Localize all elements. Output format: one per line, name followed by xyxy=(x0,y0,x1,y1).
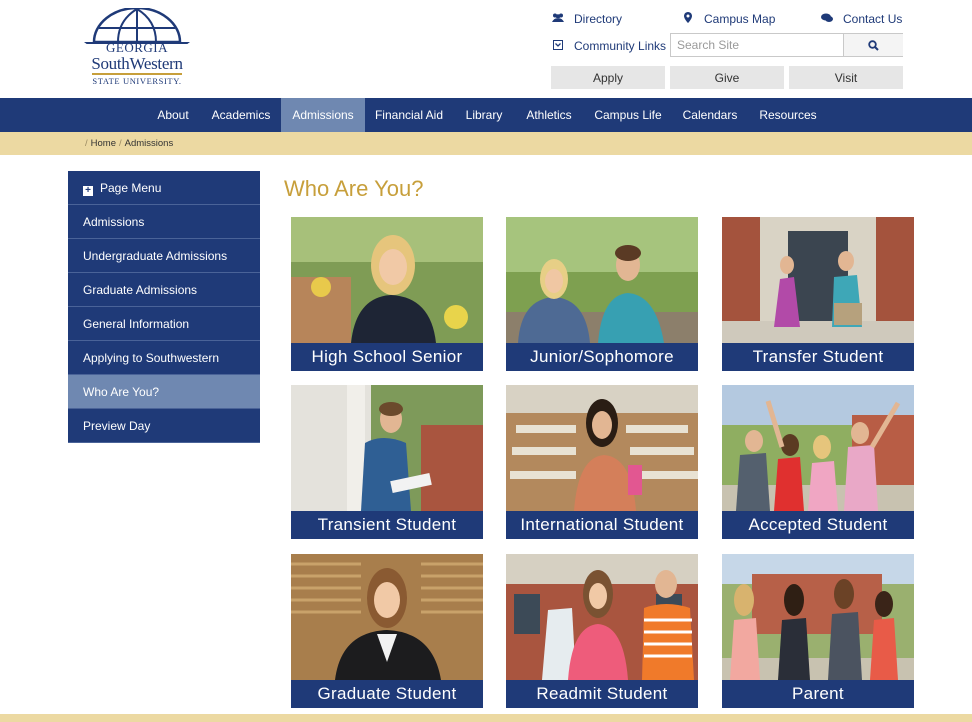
map-marker-icon xyxy=(682,12,694,26)
readmit-student-photo xyxy=(506,554,698,680)
contact-us-label: Contact Us xyxy=(843,12,903,26)
nav-calendars[interactable]: Calendars xyxy=(676,98,744,132)
parent-photo xyxy=(722,554,914,680)
search-icon xyxy=(868,39,879,51)
page-title: Who Are You? xyxy=(284,176,424,201)
breadcrumb-bar: / Home / Admissions xyxy=(0,132,972,155)
chat-bubble-icon xyxy=(821,13,833,26)
tile-international-student[interactable]: International Student xyxy=(506,385,698,539)
nav-athletics[interactable]: Athletics xyxy=(518,98,580,132)
nav-resources[interactable]: Resources xyxy=(752,98,824,132)
logo-line-southwestern: SouthWestern xyxy=(91,54,183,73)
tile-transient-student[interactable]: Transient Student xyxy=(291,385,483,539)
logo-rule xyxy=(92,73,182,75)
contact-us-link[interactable]: Contact Us xyxy=(821,12,902,26)
campus-map-link[interactable]: Campus Map xyxy=(682,12,775,26)
transient-student-photo xyxy=(291,385,483,511)
breadcrumb-separator: / xyxy=(85,138,88,149)
high-school-senior-photo xyxy=(291,217,483,343)
tile-accepted-student[interactable]: Accepted Student xyxy=(722,385,914,539)
search-button[interactable] xyxy=(843,34,903,56)
sidebar-item-preview-day[interactable]: Preview Day xyxy=(68,409,260,443)
tile-caption: Junior/Sophomore xyxy=(506,343,698,371)
sidebar-menu: + Page Menu Admissions Undergraduate Admi… xyxy=(68,171,260,443)
tile-caption: High School Senior xyxy=(291,343,483,371)
tile-caption: Transient Student xyxy=(291,511,483,539)
apply-button[interactable]: Apply xyxy=(551,66,665,89)
campus-map-label: Campus Map xyxy=(704,12,776,26)
tile-caption: Readmit Student xyxy=(506,680,698,708)
tile-transfer-student[interactable]: Transfer Student xyxy=(722,217,914,371)
junior-sophomore-photo xyxy=(506,217,698,343)
dome-icon xyxy=(84,8,190,44)
tile-caption: Graduate Student xyxy=(291,680,483,708)
tile-caption: International Student xyxy=(506,511,698,539)
university-logo[interactable]: GEORGIA SouthWestern STATE UNIVERSITY. xyxy=(82,8,192,90)
footer-bar xyxy=(0,714,972,722)
sidebar-item-undergraduate-admissions[interactable]: Undergraduate Admissions xyxy=(68,239,260,273)
site-header: GEORGIA SouthWestern STATE UNIVERSITY. D… xyxy=(0,0,972,98)
breadcrumb-home[interactable]: Home xyxy=(91,138,116,149)
page-menu-label: Page Menu xyxy=(100,181,162,195)
directory-link[interactable]: Directory xyxy=(552,12,622,26)
logo-line-state-university: STATE UNIVERSITY. xyxy=(92,76,182,86)
visit-button[interactable]: Visit xyxy=(789,66,903,89)
sidebar-item-applying-to-southwestern[interactable]: Applying to Southwestern xyxy=(68,341,260,375)
community-links-label: Community Links xyxy=(574,39,667,53)
graduate-student-photo xyxy=(291,554,483,680)
transfer-student-photo xyxy=(722,217,914,343)
international-student-photo xyxy=(506,385,698,511)
page-menu-toggle[interactable]: + Page Menu xyxy=(68,171,260,205)
directory-label: Directory xyxy=(574,12,623,26)
nav-campus-life[interactable]: Campus Life xyxy=(588,98,668,132)
sidebar-item-admissions[interactable]: Admissions xyxy=(68,205,260,239)
tile-parent[interactable]: Parent xyxy=(722,554,914,708)
chevron-box-icon xyxy=(552,40,564,53)
plus-icon: + xyxy=(83,186,93,196)
nav-financial-aid[interactable]: Financial Aid xyxy=(368,98,450,132)
sidebar-item-who-are-you[interactable]: Who Are You? xyxy=(68,375,260,409)
give-button[interactable]: Give xyxy=(670,66,784,89)
tile-junior-sophomore[interactable]: Junior/Sophomore xyxy=(506,217,698,371)
breadcrumb-separator: / xyxy=(118,138,122,149)
breadcrumb-current: Admissions xyxy=(124,138,174,149)
tile-graduate-student[interactable]: Graduate Student xyxy=(291,554,483,708)
nav-about[interactable]: About xyxy=(146,98,200,132)
tile-caption: Transfer Student xyxy=(722,343,914,371)
sidebar-item-general-information[interactable]: General Information xyxy=(68,307,260,341)
sidebar-item-graduate-admissions[interactable]: Graduate Admissions xyxy=(68,273,260,307)
users-icon xyxy=(552,13,564,26)
nav-library[interactable]: Library xyxy=(456,98,512,132)
tile-readmit-student[interactable]: Readmit Student xyxy=(506,554,698,708)
tile-high-school-senior[interactable]: High School Senior xyxy=(291,217,483,371)
accepted-student-photo xyxy=(722,385,914,511)
main-nav: About Academics Admissions Financial Aid… xyxy=(0,98,972,132)
nav-admissions[interactable]: Admissions xyxy=(281,98,365,132)
tile-caption: Parent xyxy=(722,680,914,708)
nav-academics[interactable]: Academics xyxy=(204,98,278,132)
tile-caption: Accepted Student xyxy=(722,511,914,539)
site-search xyxy=(670,33,903,57)
search-input[interactable] xyxy=(671,34,855,56)
breadcrumb: / Home / Admissions xyxy=(82,138,173,149)
community-links-link[interactable]: Community Links xyxy=(552,39,666,53)
